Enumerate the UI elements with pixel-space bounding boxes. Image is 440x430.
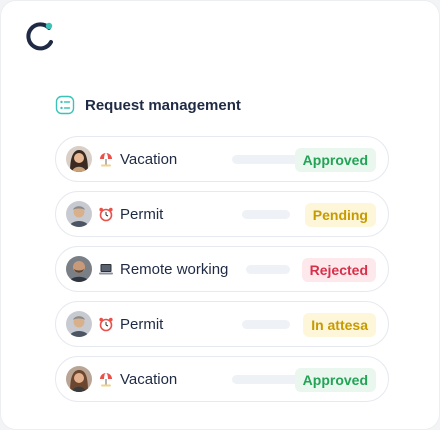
section-header: Request management [55, 95, 241, 115]
request-type: Remote working [120, 260, 229, 278]
placeholder-bar [242, 320, 290, 329]
request-row[interactable]: Vacation Approved [55, 356, 389, 402]
status-badge: Rejected [301, 258, 376, 282]
section-title: Request management [85, 96, 241, 114]
request-list: Vacation Approved Permit Pending Remote … [55, 136, 389, 411]
request-row[interactable]: Remote working Rejected [55, 246, 389, 292]
placeholder-bar [242, 210, 290, 219]
request-type: Vacation [120, 370, 178, 388]
placeholder-bar [246, 265, 290, 274]
alarm-clock-icon [99, 317, 113, 332]
checklist-icon [55, 95, 75, 115]
avatar-woman-brown-hair [66, 366, 92, 392]
avatar-man-gray-hair [66, 201, 92, 227]
status-badge: Approved [294, 368, 376, 392]
request-row[interactable]: Permit In attesa [55, 301, 389, 347]
laptop-icon [99, 264, 113, 275]
status-badge: Approved [294, 148, 376, 172]
circle-logo-icon [26, 22, 53, 51]
status-badge: Pending [304, 203, 376, 227]
avatar-man-gray-hair [66, 311, 92, 337]
request-type: Permit [120, 315, 164, 333]
alarm-clock-icon [99, 207, 113, 222]
request-row[interactable]: Permit Pending [55, 191, 389, 237]
avatar-woman-dark-hair [66, 146, 92, 172]
beach-umbrella-icon [100, 153, 112, 167]
request-type: Vacation [120, 150, 178, 168]
beach-umbrella-icon [100, 373, 112, 387]
request-card: Request management Vacation Approved Per… [0, 0, 440, 430]
status-badge: In attesa [303, 313, 376, 337]
avatar-man-bald-beard [66, 256, 92, 282]
request-row[interactable]: Vacation Approved [55, 136, 389, 182]
request-type: Permit [120, 205, 164, 223]
